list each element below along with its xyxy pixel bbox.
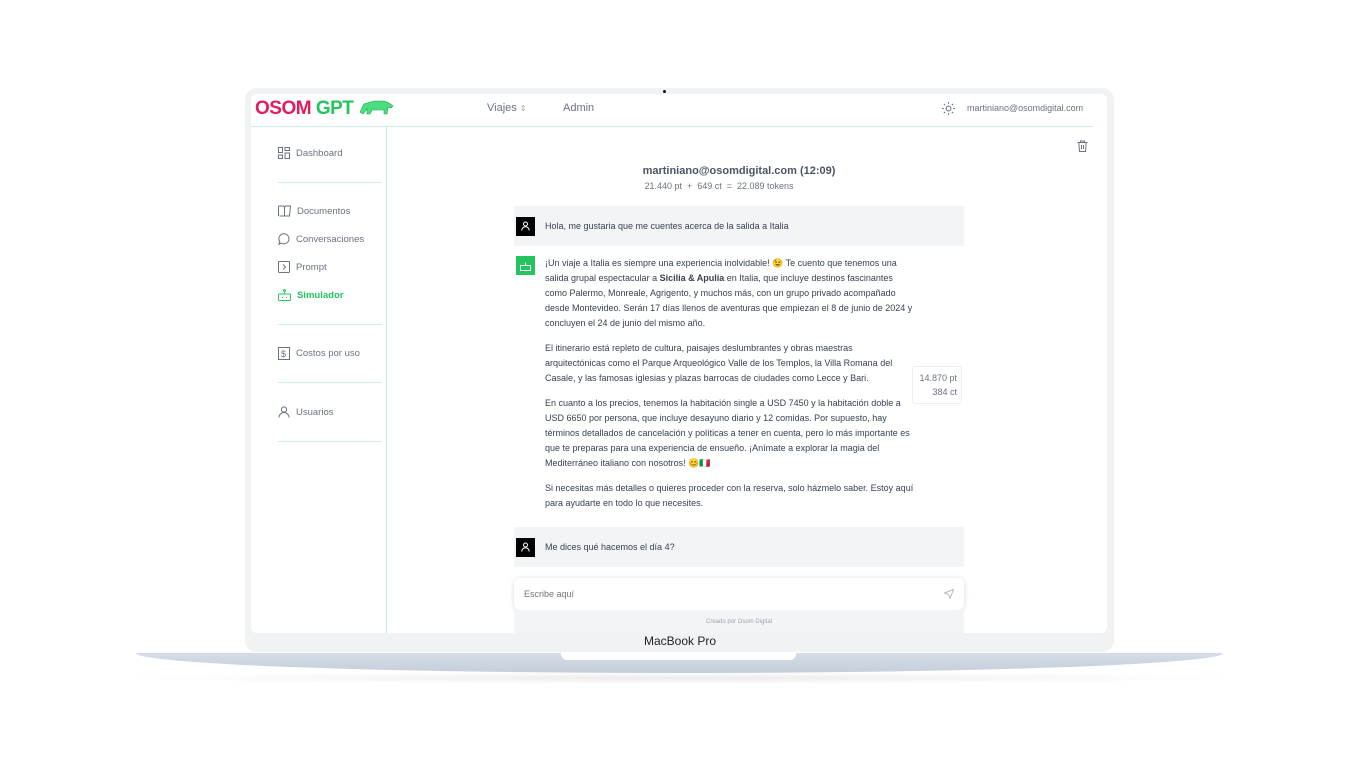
user-icon [278, 406, 290, 418]
laptop-notch [561, 653, 796, 660]
user-avatar-icon [516, 537, 535, 557]
message-input[interactable] [524, 589, 904, 599]
user-message: Me dices qué hacemos el día 4? [514, 527, 964, 567]
message-token-badge: 14.870 pt 384 ct [912, 366, 962, 404]
app-screen: OSOM GPT Viajes ⇕ Admin martiniano@osomd… [251, 94, 1107, 633]
sun-icon[interactable] [942, 102, 955, 115]
book-icon [278, 205, 291, 217]
bot-message: ¡Un viaje a Italia es siempre una experi… [514, 256, 964, 521]
nav-admin[interactable]: Admin [563, 102, 594, 114]
user-email[interactable]: martiniano@osomdigital.com [967, 103, 1083, 113]
robot-icon [278, 289, 291, 301]
dashboard-icon [278, 147, 290, 159]
sidebar-separator [278, 324, 382, 325]
chevron-updown-icon: ⇕ [519, 104, 527, 113]
bear-logo-icon [359, 100, 394, 115]
sidebar-item-conversaciones[interactable]: Conversaciones [278, 231, 364, 247]
message-composer [514, 578, 964, 610]
bot-paragraph: En cuanto a los precios, tenemos la habi… [545, 398, 910, 468]
camera [663, 90, 666, 93]
bot-paragraph: Si necesitas más detalles o quieres proc… [545, 483, 914, 508]
sidebar-item-simulador[interactable]: Simulador [278, 287, 343, 303]
token-summary: 21.440 pt + 649 ct = 22.089 tokens [644, 181, 794, 191]
chat-icon [278, 233, 290, 245]
nav-viajes[interactable]: Viajes ⇕ [487, 102, 527, 114]
bot-paragraph: El itinerario está repleto de cultura, p… [545, 343, 893, 383]
sidebar-divider [386, 127, 387, 633]
logo[interactable]: OSOM GPT [255, 98, 394, 120]
device-label: MacBook Pro [643, 634, 717, 648]
receipt-icon: $ [278, 346, 290, 360]
sidebar-separator [278, 382, 382, 383]
user-avatar-icon [516, 216, 535, 236]
conversation-title: martiniano@osomdigital.com (12:09) [642, 165, 836, 177]
bot-paragraph: ¡Un viaje a Italia es siempre una experi… [545, 258, 913, 328]
user-message: Hola, me gustaria que me cuentes acerca … [514, 206, 964, 246]
sidebar-item-dashboard[interactable]: Dashboard [278, 145, 342, 161]
sidebar-separator [278, 441, 382, 442]
laptop-shadow [110, 672, 1250, 684]
sidebar-item-prompt[interactable]: Prompt [278, 259, 327, 275]
sidebar-item-documentos[interactable]: Documentos [278, 203, 350, 219]
sidebar-item-costos[interactable]: $ Costos por uso [278, 345, 360, 361]
send-icon[interactable] [944, 589, 954, 599]
sidebar-item-usuarios[interactable]: Usuarios [278, 404, 334, 420]
svg-text:$: $ [281, 349, 286, 359]
trash-icon[interactable] [1077, 140, 1088, 152]
sidebar-separator [278, 182, 382, 183]
prompt-icon [278, 261, 290, 273]
footer-credit: Creado por Osom Digital [514, 610, 964, 633]
bot-avatar-icon [516, 256, 535, 275]
header-divider [251, 126, 1093, 127]
